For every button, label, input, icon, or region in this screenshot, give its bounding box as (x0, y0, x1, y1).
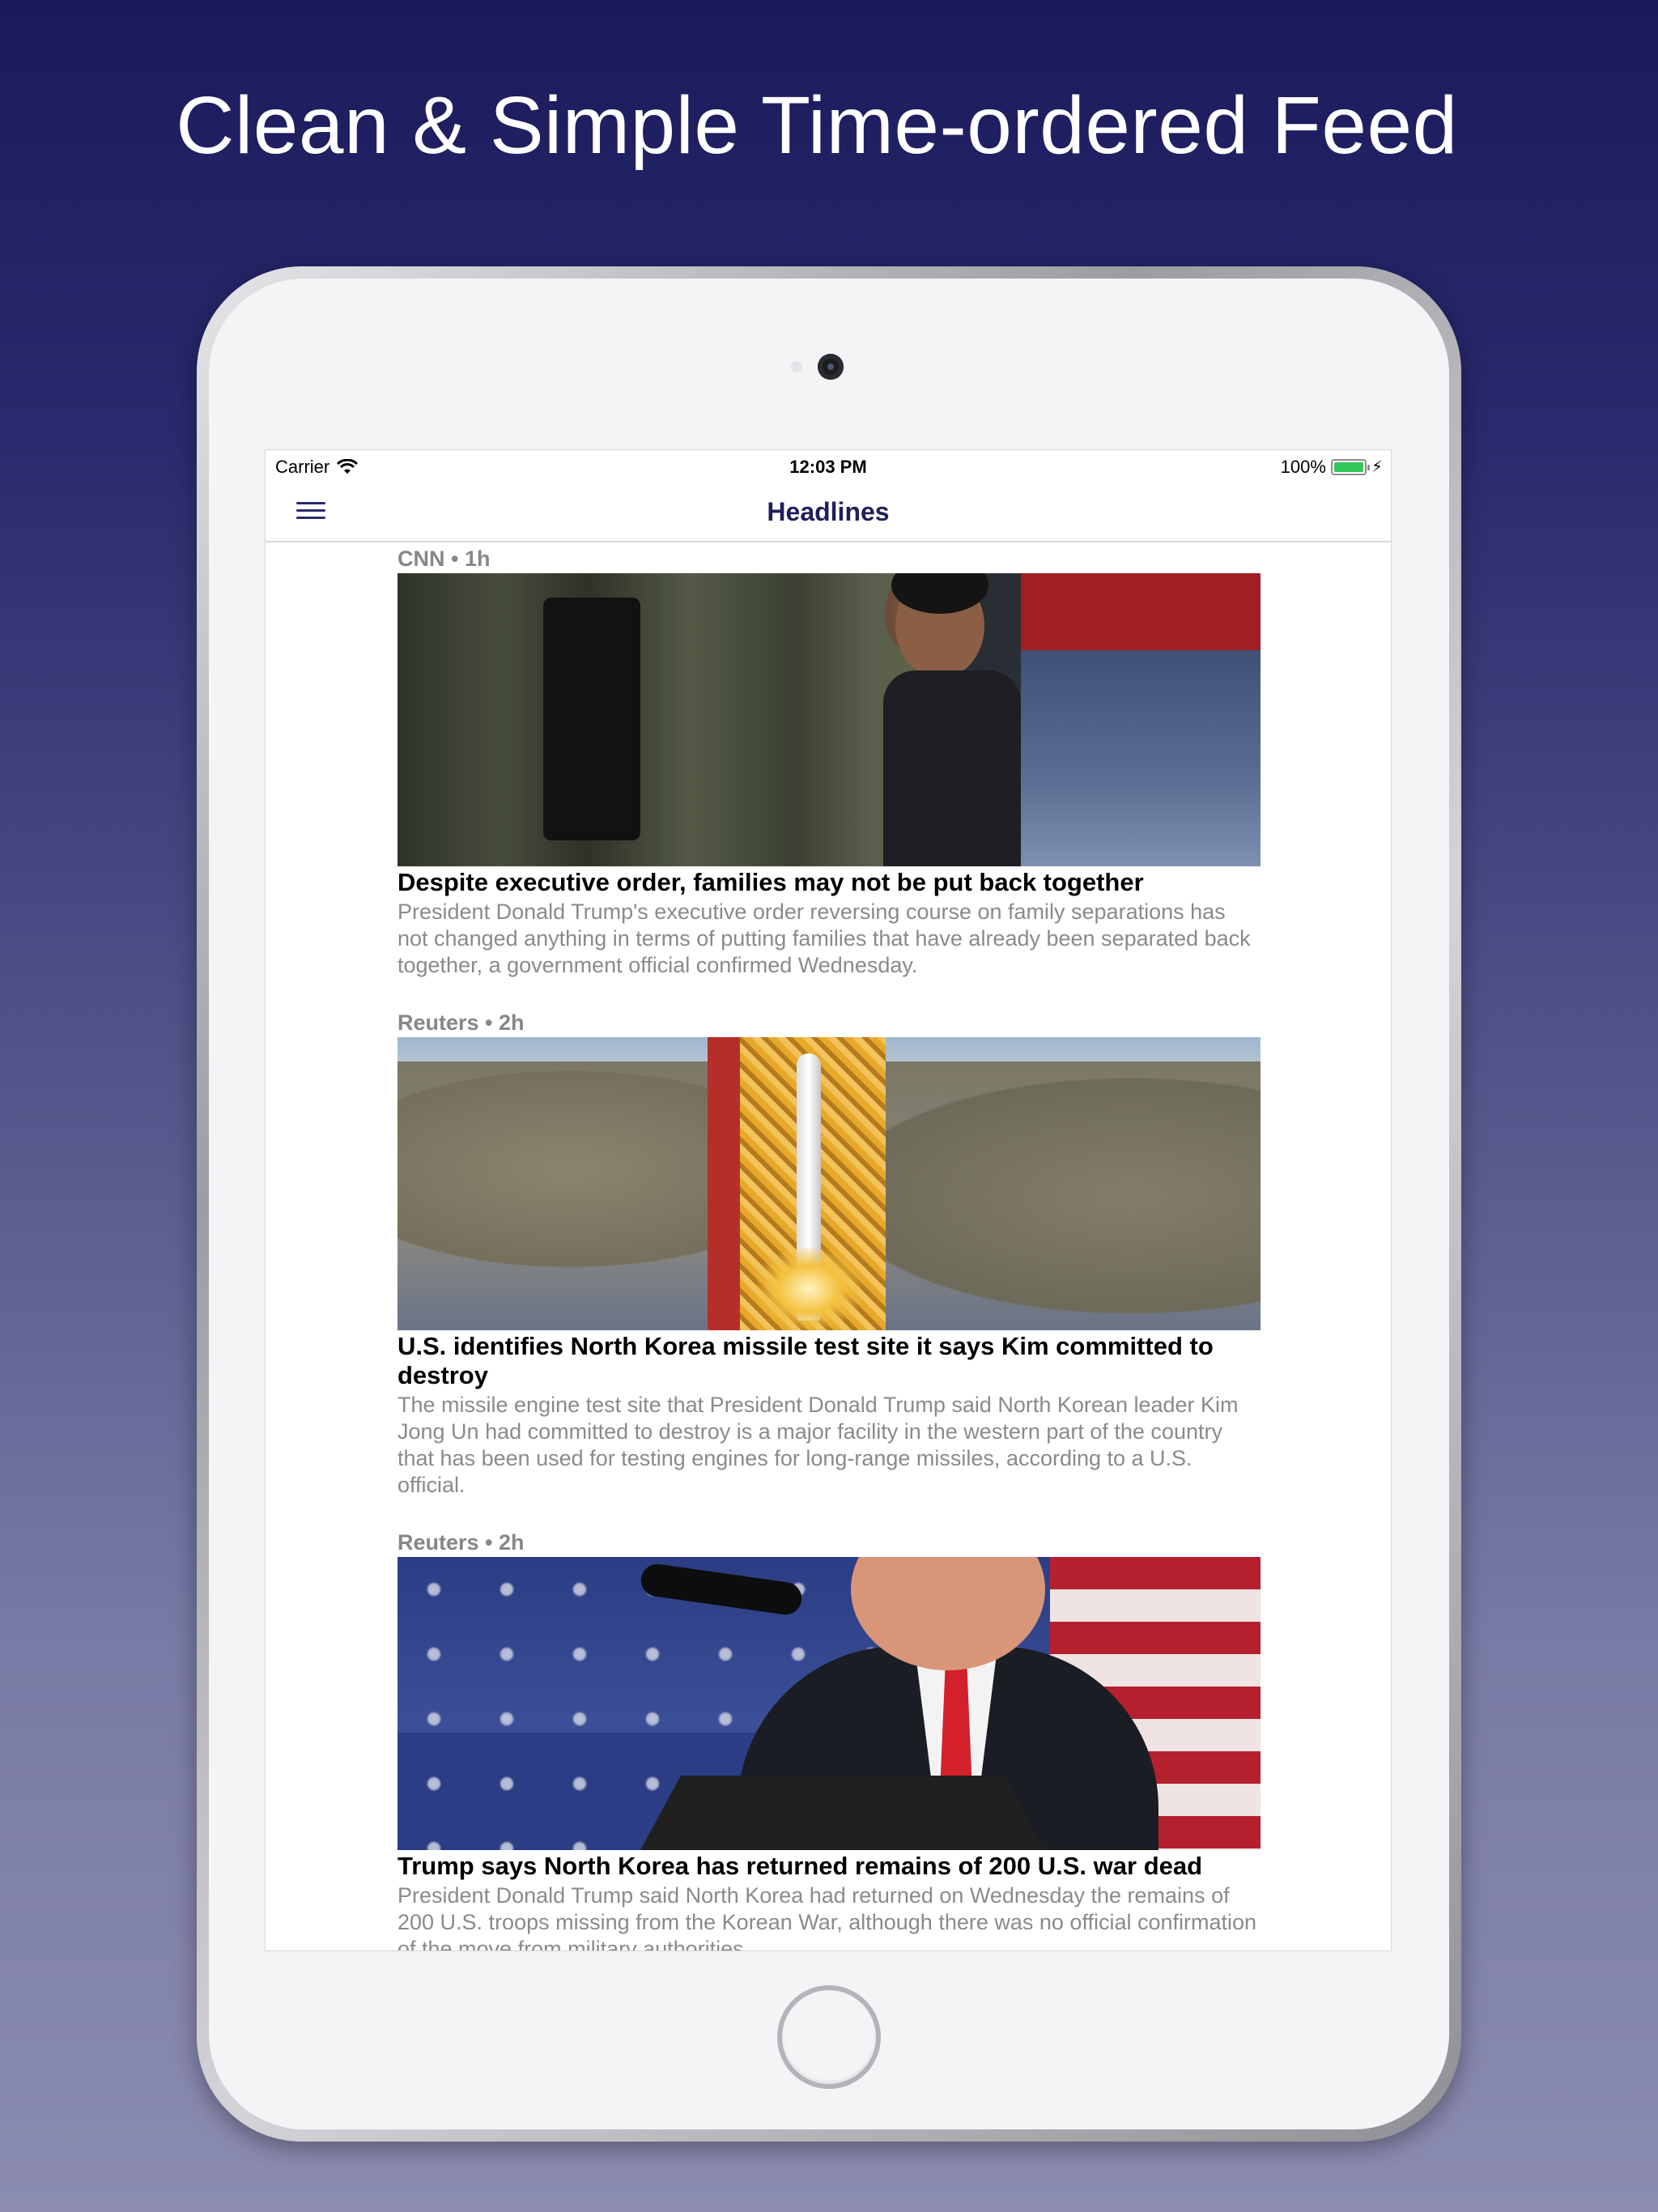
article-summary: The missile engine test site that Presid… (397, 1393, 1239, 1497)
article-headline[interactable]: U.S. identifies North Korea missile test… (397, 1332, 1261, 1390)
article-card[interactable]: Reuters • 2h U.S. identifies North Korea… (397, 1008, 1261, 1499)
front-camera (818, 354, 844, 380)
status-bar: Carrier 12:03 PM 100% ⚡ (266, 450, 1391, 479)
article-meta: Reuters • 2h (397, 1010, 525, 1035)
article-thumbnail[interactable] (397, 573, 1261, 866)
status-right: 100% ⚡ (1281, 457, 1383, 478)
article-card[interactable]: Reuters • 2h Trump says North Korea has … (397, 1528, 1261, 1951)
article-meta: Reuters • 2h (397, 1530, 525, 1555)
article-meta: CNN • 1h (397, 547, 491, 571)
article-headline[interactable]: Trump says North Korea has returned rema… (397, 1852, 1261, 1881)
article-thumbnail[interactable] (397, 1037, 1261, 1330)
charging-bolt-icon: ⚡ (1371, 458, 1383, 476)
nav-title: Headlines (767, 497, 890, 526)
article-summary: President Donald Trump said North Korea … (397, 1883, 1257, 1951)
status-time: 12:03 PM (789, 457, 867, 477)
article-summary: President Donald Trump's executive order… (397, 900, 1251, 977)
article-thumbnail[interactable] (397, 1557, 1261, 1850)
sensor-dot (791, 361, 802, 372)
home-button[interactable] (777, 1985, 881, 2089)
app-screen: Carrier 12:03 PM 100% ⚡ Headlines CNN • … (265, 449, 1392, 1951)
battery-icon (1330, 459, 1370, 475)
nav-bar: Headlines (266, 479, 1391, 542)
article-headline[interactable]: Despite executive order, families may no… (397, 868, 1261, 897)
battery-percent: 100% (1280, 457, 1326, 477)
headline-feed: CNN • 1h Despite executive order, famili… (397, 544, 1261, 1951)
promo-title: Clean & Simple Time-ordered Feed (176, 80, 1458, 171)
article-card[interactable]: CNN • 1h Despite executive order, famili… (397, 544, 1261, 979)
